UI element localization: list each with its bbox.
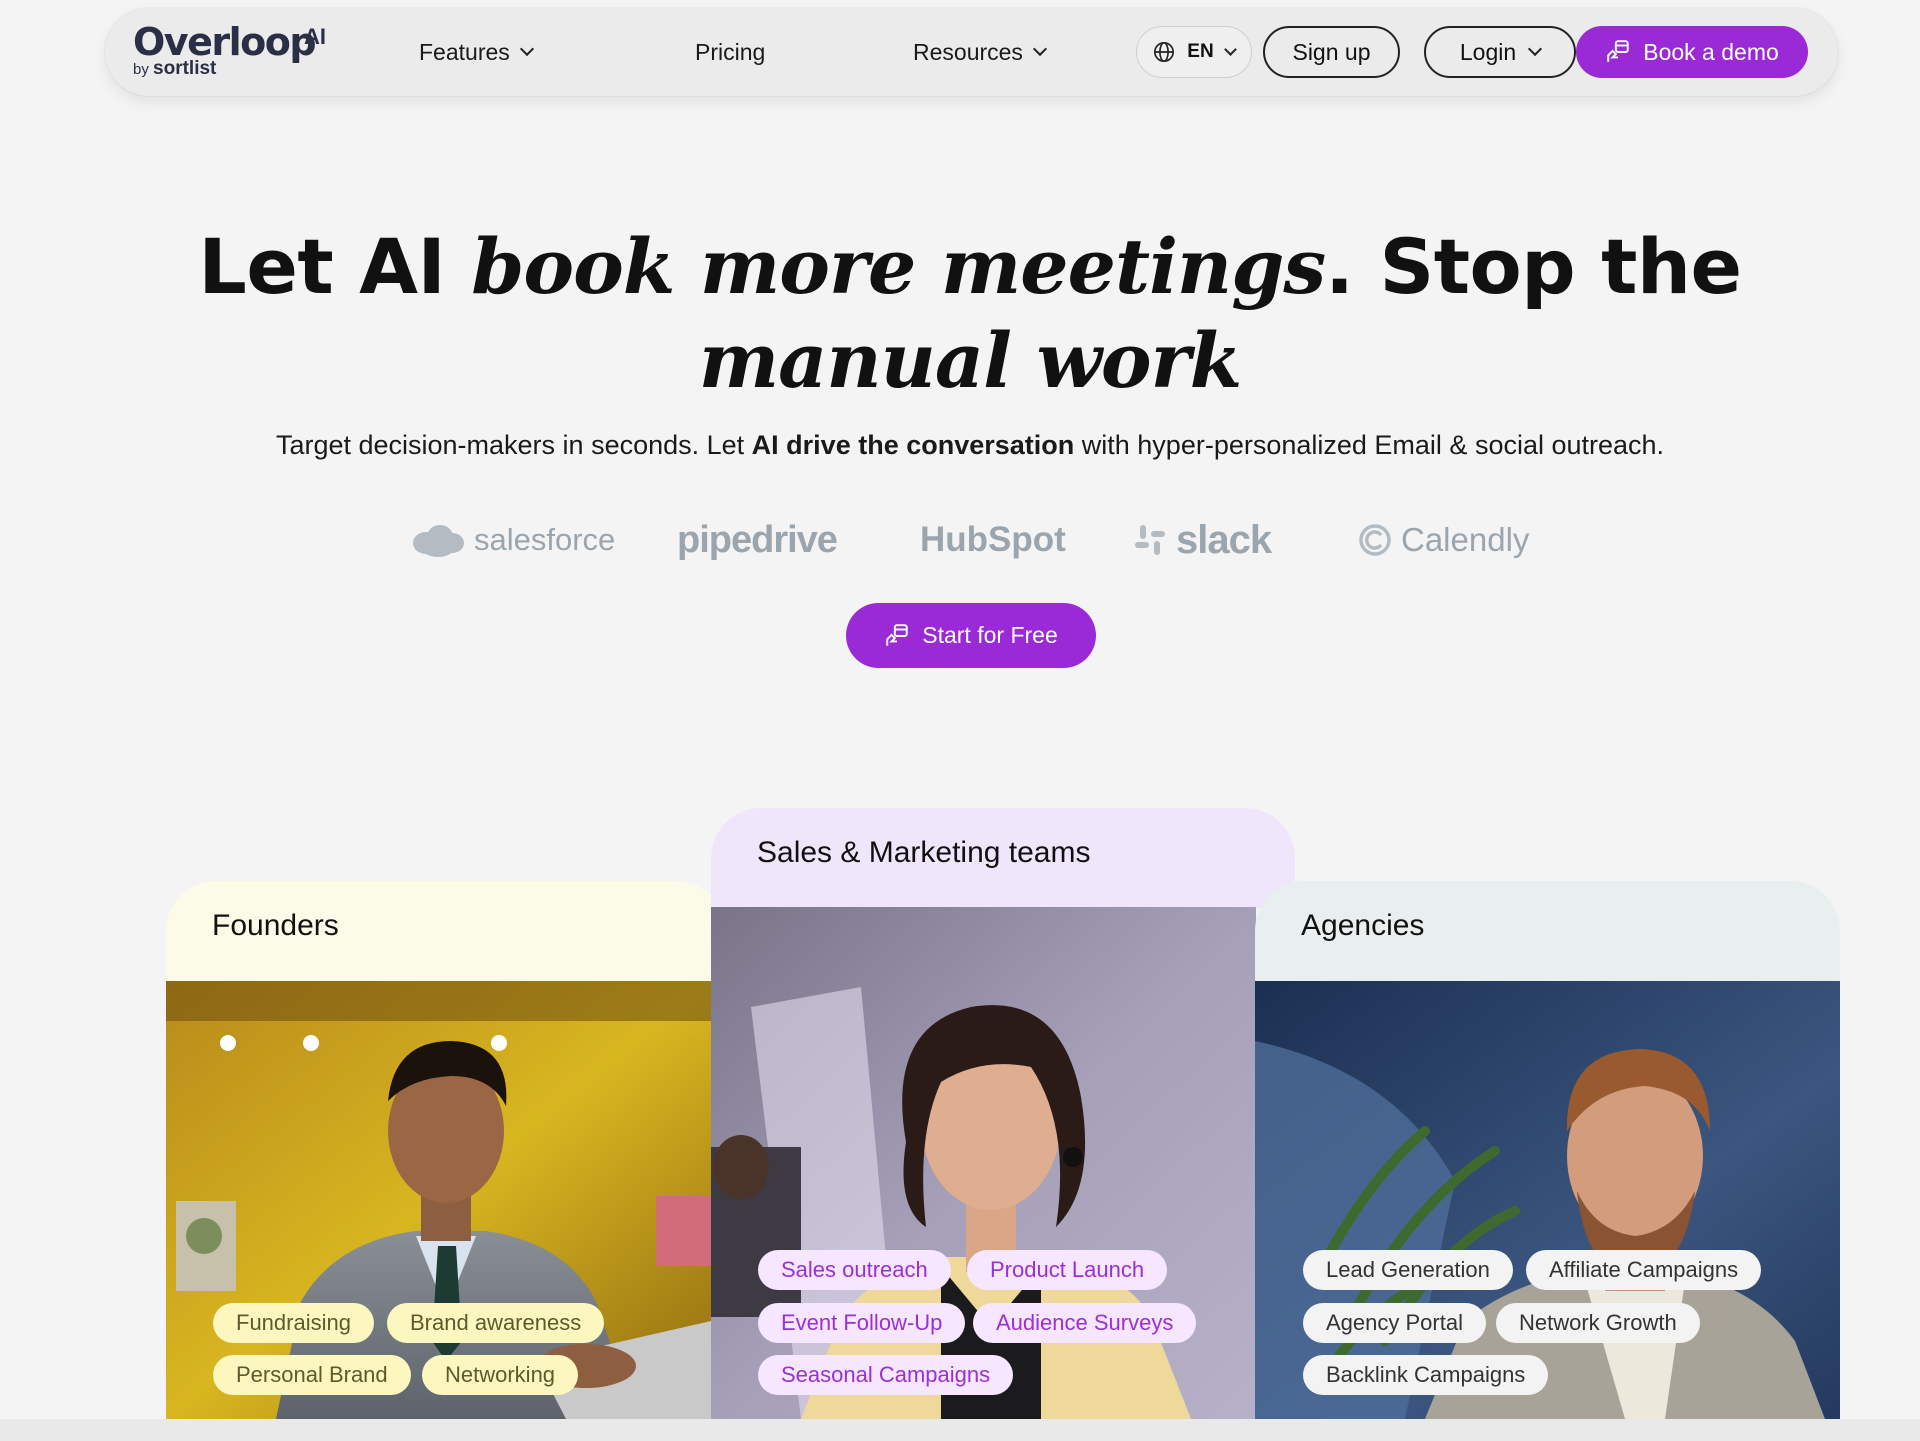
calendly-wordmark: Calendly: [1401, 521, 1530, 558]
salesforce-cloud-icon: [413, 525, 464, 557]
overloop-logo[interactable]: Overloop AI by sortlist: [133, 20, 326, 80]
nav-resources-label: Resources: [913, 38, 1023, 65]
logo-by-text: by: [133, 61, 149, 78]
globe-icon: [1154, 42, 1175, 62]
hero-title-part1: Let AI: [198, 222, 472, 311]
hero-title-emphasis1: book more meetings: [471, 222, 1326, 311]
partner-logos: salesforce pipedrive HubSpot slack Calen…: [410, 510, 1529, 570]
nav-pricing[interactable]: Pricing: [695, 8, 765, 96]
login-button[interactable]: Login: [1424, 26, 1576, 78]
start-for-free-label: Start for Free: [922, 622, 1058, 648]
calendar-hand-icon: [1607, 40, 1629, 62]
calendly-icon: [1359, 524, 1391, 556]
tag-lead-generation[interactable]: Lead Generation: [1303, 1250, 1513, 1290]
tag-backlink-campaigns[interactable]: Backlink Campaigns: [1303, 1355, 1549, 1395]
hero-subtitle-part2: with hyper-personalized Email & social o…: [1074, 430, 1665, 460]
calendly-logo: Calendly: [1357, 510, 1529, 570]
tag-agency-portal[interactable]: Agency Portal: [1303, 1303, 1486, 1343]
sales-card-title: Sales & Marketing teams: [757, 836, 1091, 869]
tag-audience-surveys[interactable]: Audience Surveys: [973, 1303, 1197, 1343]
sales-card-header[interactable]: Sales & Marketing teams: [711, 808, 1295, 908]
tag-network-growth[interactable]: Network Growth: [1496, 1303, 1700, 1343]
hero-subtitle-bold: AI drive the conversation: [751, 430, 1075, 460]
logo-ai-badge: AI: [304, 24, 326, 49]
chevron-down-icon: [1032, 41, 1048, 57]
chevron-down-icon: [1223, 42, 1237, 56]
nav-resources[interactable]: Resources: [913, 8, 1048, 96]
founder-photo-illustration: [166, 981, 711, 1419]
salesforce-wordmark: salesforce: [474, 522, 616, 557]
tag-brand-awareness[interactable]: Brand awareness: [387, 1303, 605, 1343]
pipedrive-wordmark: pipedrive: [677, 518, 838, 561]
hubspot-wordmark: HubSpot: [920, 520, 1066, 559]
hero-subtitle-part1: Target decision-makers in seconds. Let: [275, 430, 752, 460]
agencies-card-image: [1255, 981, 1840, 1419]
hero-title-emphasis2: manual work: [698, 316, 1243, 405]
hubspot-logo: HubSpot: [920, 510, 1066, 570]
logo-by-brand: sortlist: [153, 58, 217, 79]
start-for-free-button[interactable]: Start for Free: [846, 603, 1096, 668]
tag-fundraising[interactable]: Fundraising: [213, 1303, 374, 1343]
language-selector[interactable]: EN: [1136, 26, 1252, 78]
signup-label: Sign up: [1292, 38, 1371, 65]
pipedrive-logo: pipedrive: [677, 510, 838, 570]
hero-title: Let AI book more meetings. Stop the manu…: [0, 220, 1920, 408]
tag-personal-brand[interactable]: Personal Brand: [213, 1355, 411, 1395]
signup-button[interactable]: Sign up: [1263, 26, 1400, 78]
slack-wordmark: slack: [1176, 517, 1272, 562]
tag-event-follow-up[interactable]: Event Follow-Up: [758, 1303, 966, 1343]
nav-pricing-label: Pricing: [695, 38, 766, 65]
nav-features-label: Features: [419, 38, 510, 65]
slack-icon: [1135, 525, 1165, 555]
logo-wordmark: Overloop: [133, 20, 317, 64]
book-demo-label: Book a demo: [1643, 38, 1779, 65]
salesforce-logo: salesforce: [410, 510, 615, 570]
tag-affiliate-campaigns[interactable]: Affiliate Campaigns: [1526, 1250, 1762, 1290]
tag-product-launch[interactable]: Product Launch: [967, 1250, 1168, 1290]
hero-title-part2: . Stop the: [1325, 222, 1742, 311]
top-navigation: Overloop AI by sortlist Features Pricing…: [105, 8, 1838, 96]
agency-photo-illustration: [1255, 981, 1840, 1419]
agencies-card-header[interactable]: Agencies: [1255, 881, 1840, 981]
founders-card-image: [166, 981, 711, 1419]
hero-subtitle: Target decision-makers in seconds. Let A…: [0, 430, 1920, 461]
tag-seasonal-campaigns[interactable]: Seasonal Campaigns: [758, 1355, 1014, 1395]
calendar-hand-icon: [886, 623, 908, 646]
chevron-down-icon: [519, 41, 534, 57]
founders-card-title: Founders: [212, 909, 339, 942]
founders-card-header[interactable]: Founders: [166, 881, 726, 981]
agencies-card-title: Agencies: [1301, 909, 1425, 942]
tag-sales-outreach[interactable]: Sales outreach: [758, 1250, 951, 1290]
tag-networking[interactable]: Networking: [422, 1355, 579, 1395]
login-label: Login: [1459, 38, 1517, 65]
language-label: EN: [1187, 41, 1214, 62]
chevron-down-icon: [1528, 41, 1543, 57]
horizontal-scrollbar[interactable]: [0, 1419, 1920, 1441]
nav-features[interactable]: Features: [419, 8, 534, 96]
book-demo-button[interactable]: Book a demo: [1576, 26, 1808, 78]
slack-logo: slack: [1132, 510, 1272, 570]
